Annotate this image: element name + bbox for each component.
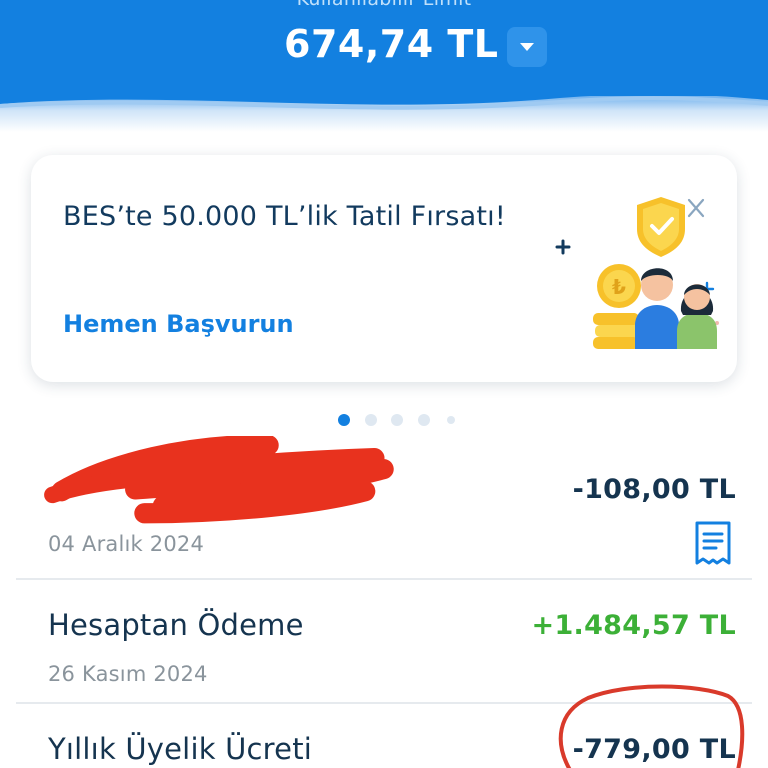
promo-title: BES’te 50.000 TL’lik Tatil Fırsatı!	[63, 201, 506, 232]
header-wave	[0, 82, 768, 110]
chevron-down-icon	[520, 43, 534, 51]
transaction-row[interactable]: -108,00 TL 04 Aralık 2024	[0, 436, 768, 578]
limit-label: Kullanılabilir Limit	[0, 0, 768, 10]
redaction-scribble	[44, 436, 394, 524]
couple-with-coins-illustration: ₺	[555, 197, 719, 349]
transaction-amount: -108,00 TL	[572, 474, 736, 505]
transaction-date: 04 Aralık 2024	[48, 532, 205, 556]
pager-dot[interactable]	[418, 414, 430, 426]
transaction-amount: +1.484,57 TL	[531, 610, 736, 641]
limit-toggle-button[interactable]	[507, 27, 547, 67]
promo-card[interactable]: BES’te 50.000 TL’lik Tatil Fırsatı! Heme…	[31, 155, 737, 382]
pager-dot[interactable]	[391, 414, 403, 426]
available-limit-amount: 674,74 TL	[284, 22, 499, 66]
svg-text:₺: ₺	[612, 275, 626, 299]
transaction-name: Hesaptan Ödeme	[48, 608, 304, 642]
transaction-date: 26 Kasım 2024	[48, 662, 208, 686]
carousel-pager[interactable]	[336, 412, 466, 428]
receipt-icon[interactable]	[692, 520, 734, 566]
pager-dot[interactable]	[447, 416, 455, 424]
circle-annotation	[558, 684, 745, 768]
limit-header: Kullanılabilir Limit 674,74 TL	[0, 0, 768, 132]
transaction-name: Yıllık Üyelik Ücreti	[48, 732, 313, 766]
apply-now-link[interactable]: Hemen Başvurun	[63, 310, 294, 338]
pager-dot[interactable]	[338, 414, 350, 426]
pager-dot[interactable]	[365, 414, 377, 426]
